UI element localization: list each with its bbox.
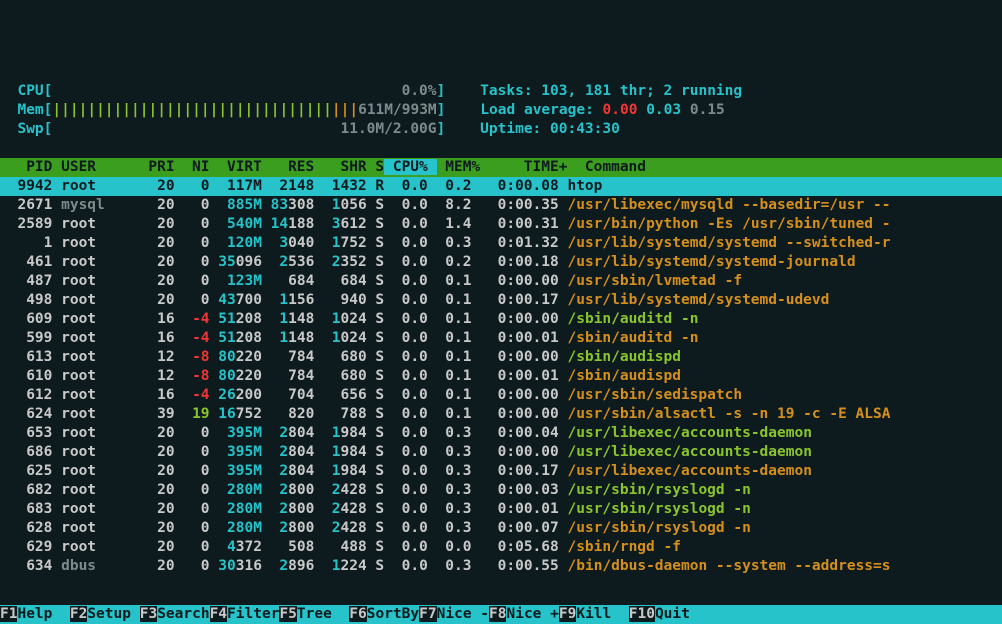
meter-label: CPU xyxy=(0,83,44,99)
fkey-label[interactable]: SortBy xyxy=(367,606,419,622)
fkey-F7: F7 xyxy=(419,606,436,622)
process-command: /usr/lib/systemd/systemd-journald xyxy=(568,254,856,270)
process-command: /usr/sbin/sedispatch xyxy=(567,387,742,403)
uptime-value: 00:43:30 xyxy=(550,121,620,137)
process-command: /sbin/rngd -f xyxy=(567,539,681,555)
fkey-F5: F5 xyxy=(279,606,296,622)
load-15m: 0.15 xyxy=(690,102,725,118)
process-row[interactable]: 624 root 39 19 16752 820 788 S 0.0 0.1 0… xyxy=(0,405,1002,424)
load-label: Load average: xyxy=(480,102,602,118)
process-row[interactable]: 634 dbus 20 0 30316 2896 1224 S 0.0 0.3 … xyxy=(0,557,1002,576)
fkey-F9: F9 xyxy=(559,606,576,622)
fkey-label[interactable]: Search xyxy=(157,606,209,622)
fkey-label[interactable]: Nice + xyxy=(506,606,558,622)
process-row[interactable]: 686 root 20 0 395M 2804 1984 S 0.0 0.3 0… xyxy=(0,443,1002,462)
process-row[interactable]: 613 root 12 -8 80220 784 680 S 0.0 0.1 0… xyxy=(0,348,1002,367)
fkey-F10: F10 xyxy=(629,606,655,622)
process-command: /usr/lib/systemd/systemd --switched-r xyxy=(568,235,891,251)
process-row[interactable]: 461 root 20 0 35096 2536 2352 S 0.0 0.2 … xyxy=(0,253,1002,272)
process-command: /usr/bin/python -Es /usr/sbin/tuned - xyxy=(568,216,891,232)
uptime-label: Uptime: xyxy=(480,121,550,137)
fkey-label[interactable]: Kill xyxy=(576,606,628,622)
process-row[interactable]: 498 root 20 0 43700 1156 940 S 0.0 0.1 0… xyxy=(0,291,1002,310)
fkey-label[interactable]: Tree xyxy=(297,606,349,622)
fkey-F2: F2 xyxy=(70,606,87,622)
fkey-label[interactable]: Filter xyxy=(227,606,279,622)
fkey-F1: F1 xyxy=(0,606,17,622)
process-row[interactable]: 609 root 16 -4 51208 1148 1024 S 0.0 0.1… xyxy=(0,310,1002,329)
process-row[interactable]: 629 root 20 0 4372 508 488 S 0.0 0.0 0:0… xyxy=(0,538,1002,557)
process-row[interactable]: 628 root 20 0 280M 2800 2428 S 0.0 0.3 0… xyxy=(0,519,1002,538)
process-command: /sbin/audispd xyxy=(567,349,681,365)
meter-value: 611M/993M xyxy=(358,102,437,118)
column-header-row[interactable]: PID USER PRI NI VIRT RES SHR S CPU% MEM%… xyxy=(0,158,1002,177)
process-row[interactable]: 683 root 20 0 280M 2800 2428 S 0.0 0.3 0… xyxy=(0,500,1002,519)
process-command: /usr/lib/systemd/systemd-udevd xyxy=(567,292,829,308)
fkey-label[interactable]: Setup xyxy=(87,606,139,622)
process-command: /usr/sbin/lvmetad -f xyxy=(567,273,742,289)
process-row[interactable]: 653 root 20 0 395M 2804 1984 S 0.0 0.3 0… xyxy=(0,424,1002,443)
process-row[interactable]: 2589 root 20 0 540M 14188 3612 S 0.0 1.4… xyxy=(0,215,1002,234)
fkey-F3: F3 xyxy=(140,606,157,622)
meter-label: Swp xyxy=(0,121,44,137)
process-command: /usr/sbin/rsyslogd -n xyxy=(568,501,751,517)
process-row[interactable]: 612 root 16 -4 26200 704 656 S 0.0 0.1 0… xyxy=(0,386,1002,405)
sort-column[interactable]: CPU% xyxy=(384,159,436,175)
process-row[interactable]: 610 root 12 -8 80220 784 680 S 0.0 0.1 0… xyxy=(0,367,1002,386)
tasks-label: Tasks: xyxy=(480,83,541,99)
process-command: /usr/sbin/rsyslogd -n xyxy=(568,520,751,536)
fkey-label[interactable]: Quit xyxy=(655,606,707,622)
process-row[interactable]: 599 root 16 -4 51208 1148 1024 S 0.0 0.1… xyxy=(0,329,1002,348)
process-command: /sbin/audispd xyxy=(567,368,681,384)
fkey-F4: F4 xyxy=(210,606,227,622)
function-key-bar[interactable]: F1Help F2Setup F3SearchF4FilterF5Tree F6… xyxy=(0,605,1002,624)
process-command: /usr/libexec/accounts-daemon xyxy=(568,425,812,441)
process-command: /usr/libexec/accounts-daemon xyxy=(568,463,812,479)
fkey-label[interactable]: Nice - xyxy=(437,606,489,622)
process-command: /usr/sbin/alsactl -s -n 19 -c -E ALSA xyxy=(567,406,890,422)
meter-value: 0.0% xyxy=(402,83,437,99)
process-row[interactable]: 1 root 20 0 120M 3040 1752 S 0.0 0.3 0:0… xyxy=(0,234,1002,253)
load-5m: 0.03 xyxy=(646,102,681,118)
process-command: /bin/dbus-daemon --system --address=s xyxy=(568,558,891,574)
fkey-F8: F8 xyxy=(489,606,506,622)
process-command: /usr/libexec/mysqld --basedir=/usr -- xyxy=(568,197,891,213)
process-row[interactable]: 2671 mysql 20 0 885M 83308 1056 S 0.0 8.… xyxy=(0,196,1002,215)
fkey-F6: F6 xyxy=(349,606,366,622)
process-command: /usr/libexec/accounts-daemon xyxy=(568,444,812,460)
process-row-selected[interactable]: 9942 root 20 0 117M 2148 1432 R 0.0 0.2 … xyxy=(0,177,1002,196)
process-command: /usr/sbin/rsyslogd -n xyxy=(568,482,751,498)
process-command: /sbin/auditd -n xyxy=(568,311,699,327)
threads-count: 181 xyxy=(585,83,611,99)
process-row[interactable]: 487 root 20 0 123M 684 684 S 0.0 0.1 0:0… xyxy=(0,272,1002,291)
tasks-count: 103 xyxy=(541,83,567,99)
meter-value: 11.0M/2.00G xyxy=(340,121,436,137)
meter-label: Mem xyxy=(0,102,44,118)
process-row[interactable]: 625 root 20 0 395M 2804 1984 S 0.0 0.3 0… xyxy=(0,462,1002,481)
process-command: /sbin/auditd -n xyxy=(568,330,699,346)
load-1m: 0.00 xyxy=(603,102,638,118)
process-row[interactable]: 682 root 20 0 280M 2800 2428 S 0.0 0.3 0… xyxy=(0,481,1002,500)
running-count: 2 xyxy=(664,83,673,99)
process-command: htop xyxy=(567,178,602,194)
fkey-label[interactable]: Help xyxy=(17,606,69,622)
